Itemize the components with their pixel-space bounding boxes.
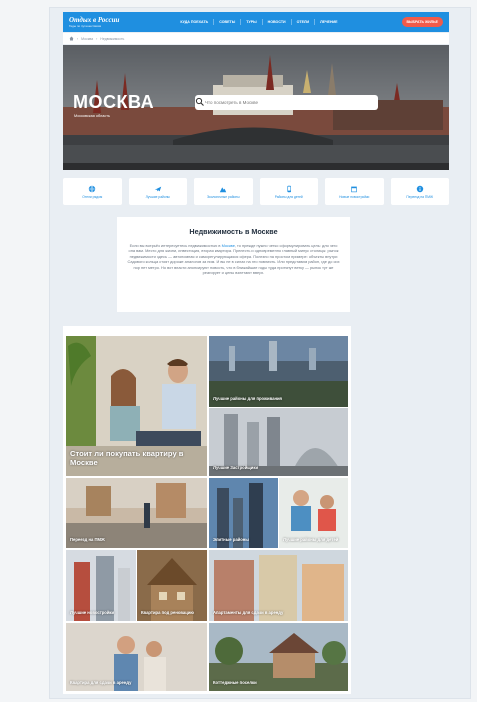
article-tile-apartment-for-rent[interactable]: Квартира для сдачи в аренду bbox=[66, 623, 207, 691]
tile-caption: Апартаменты для сдачи в аренду bbox=[213, 609, 284, 615]
breadcrumb-separator: › bbox=[77, 36, 79, 41]
globe-icon bbox=[89, 185, 96, 192]
region-label: Московская область bbox=[74, 114, 110, 118]
info-icon bbox=[416, 185, 423, 192]
menu-item-hotels[interactable]: ОТЕЛИ bbox=[290, 19, 315, 25]
article-tile-districts-for-kids[interactable]: Лучшие районы для детей bbox=[279, 478, 348, 548]
tile-caption: Лучшие новостройки bbox=[70, 609, 115, 615]
tile-caption: Лучшие районы для детей bbox=[283, 536, 339, 542]
calendar-icon bbox=[351, 186, 358, 192]
choose-housing-button[interactable]: ВЫБРАТЬ ЖИЛЬЕ bbox=[401, 17, 443, 27]
quick-link-new-buildings[interactable]: Новые новостройки bbox=[325, 178, 384, 205]
menu-item-tips[interactable]: СОВЕТЫ bbox=[213, 19, 240, 25]
tile-caption: Коттеджные поселки bbox=[213, 679, 257, 685]
tile-caption: Квартира для сдачи в аренду bbox=[70, 679, 132, 685]
about-text: Если вы всерьёз интересуетесь недвижимос… bbox=[127, 243, 340, 275]
phone-icon bbox=[287, 185, 291, 192]
article-tile-best-new-buildings[interactable]: Лучшие новостройки bbox=[66, 550, 136, 621]
article-tile-buy-apartment[interactable]: Стоит ли покупать квартиру в Москве bbox=[66, 336, 207, 476]
quick-link-label: Районы для детей bbox=[274, 194, 303, 199]
breadcrumb: › Москва › Недвижимость bbox=[63, 33, 449, 44]
article-tile-best-developers[interactable]: Лучшие Застройщики bbox=[209, 408, 348, 476]
tile-caption: Лучшие районы для проживания bbox=[213, 395, 282, 401]
quick-link-hotels[interactable]: Отели рядом bbox=[63, 178, 122, 205]
breadcrumb-separator: › bbox=[96, 36, 98, 41]
quick-link-label: Экологичные районы bbox=[206, 194, 240, 199]
article-tile-cottage-villages[interactable]: Коттеджные поселки bbox=[209, 623, 348, 691]
tile-caption: Лучшие Застройщики bbox=[213, 464, 259, 470]
logo-subtitle: Гиды по путешествиям bbox=[69, 23, 102, 28]
quick-link-kids-districts[interactable]: Районы для детей bbox=[259, 178, 318, 205]
top-navigation-bar: Отдых в России Гиды по путешествиям КУДА… bbox=[63, 12, 449, 32]
search-icon[interactable] bbox=[195, 97, 205, 107]
menu-item-news[interactable]: НОВОСТИ bbox=[261, 19, 291, 25]
breadcrumb-moscow[interactable]: Москва bbox=[81, 37, 93, 41]
logo-title: Отдых в России bbox=[69, 15, 120, 24]
about-section: Недвижимость в Москве Если вы всерьёз ин… bbox=[117, 217, 350, 312]
about-text-end: , то прежде нужно четко сформулировать ц… bbox=[127, 243, 340, 276]
page: Отдых в России Гиды по путешествиям КУДА… bbox=[0, 0, 477, 702]
quick-link-label: Лучшие районы bbox=[145, 194, 170, 199]
hero-banner: МОСКВА Московская область bbox=[63, 45, 449, 170]
article-tile-apartments-for-rent[interactable]: Апартаменты для сдачи в аренду bbox=[209, 550, 348, 621]
site-logo[interactable]: Отдых в России Гиды по путешествиям bbox=[69, 15, 120, 28]
breadcrumb-real-estate: Недвижимость bbox=[100, 36, 125, 41]
quick-link-label: Переезд на ПМЖ bbox=[406, 194, 434, 199]
quick-link-eco-districts[interactable]: Экологичные районы bbox=[194, 178, 253, 205]
moscow-link[interactable]: Москве bbox=[222, 243, 235, 248]
main-menu: КУДА ПОЕХАТЬ СОВЕТЫ ТУРЫ НОВОСТИ ОТЕЛИ Л… bbox=[175, 19, 342, 25]
quick-links: Отели рядом Лучшие районы Экологичные ра… bbox=[63, 178, 449, 205]
articles-grid: Стоит ли покупать квартиру в Москве Лучш… bbox=[63, 326, 351, 694]
menu-item-tours[interactable]: ТУРЫ bbox=[240, 19, 261, 25]
tile-caption: Квартира под реновацию bbox=[141, 609, 194, 615]
article-tile-best-districts[interactable]: Лучшие районы для проживания bbox=[209, 336, 348, 407]
home-icon[interactable] bbox=[69, 36, 74, 41]
tile-caption: Переезд на ПМЖ bbox=[70, 536, 105, 542]
menu-item-treatment[interactable]: ЛЕЧЕНИЕ bbox=[314, 19, 342, 25]
mountain-icon bbox=[220, 186, 227, 192]
article-tile-elite-districts[interactable]: Элитные районы bbox=[209, 478, 278, 548]
about-text-start: Если вы всерьёз интересуетесь недвижимос… bbox=[129, 243, 221, 248]
plane-icon bbox=[154, 186, 161, 191]
article-tile-renovation[interactable]: Квартира под реновацию bbox=[137, 550, 207, 621]
search-box bbox=[195, 95, 378, 110]
quick-link-relocation[interactable]: Переезд на ПМЖ bbox=[390, 178, 449, 205]
quick-link-label: Новые новостройки bbox=[339, 194, 370, 199]
menu-item-where-to-go[interactable]: КУДА ПОЕХАТЬ bbox=[175, 19, 213, 25]
quick-link-label: Отели рядом bbox=[82, 194, 103, 199]
search-input[interactable] bbox=[203, 99, 357, 106]
tile-caption: Элитные районы bbox=[213, 536, 249, 542]
tile-caption: Стоит ли покупать квартиру в Москве bbox=[70, 449, 184, 467]
section-title: Недвижимость в Москве bbox=[189, 227, 278, 236]
quick-link-best-districts[interactable]: Лучшие районы bbox=[128, 178, 187, 205]
city-title: МОСКВА bbox=[73, 92, 155, 112]
article-tile-relocation[interactable]: Переезд на ПМЖ bbox=[66, 478, 207, 548]
